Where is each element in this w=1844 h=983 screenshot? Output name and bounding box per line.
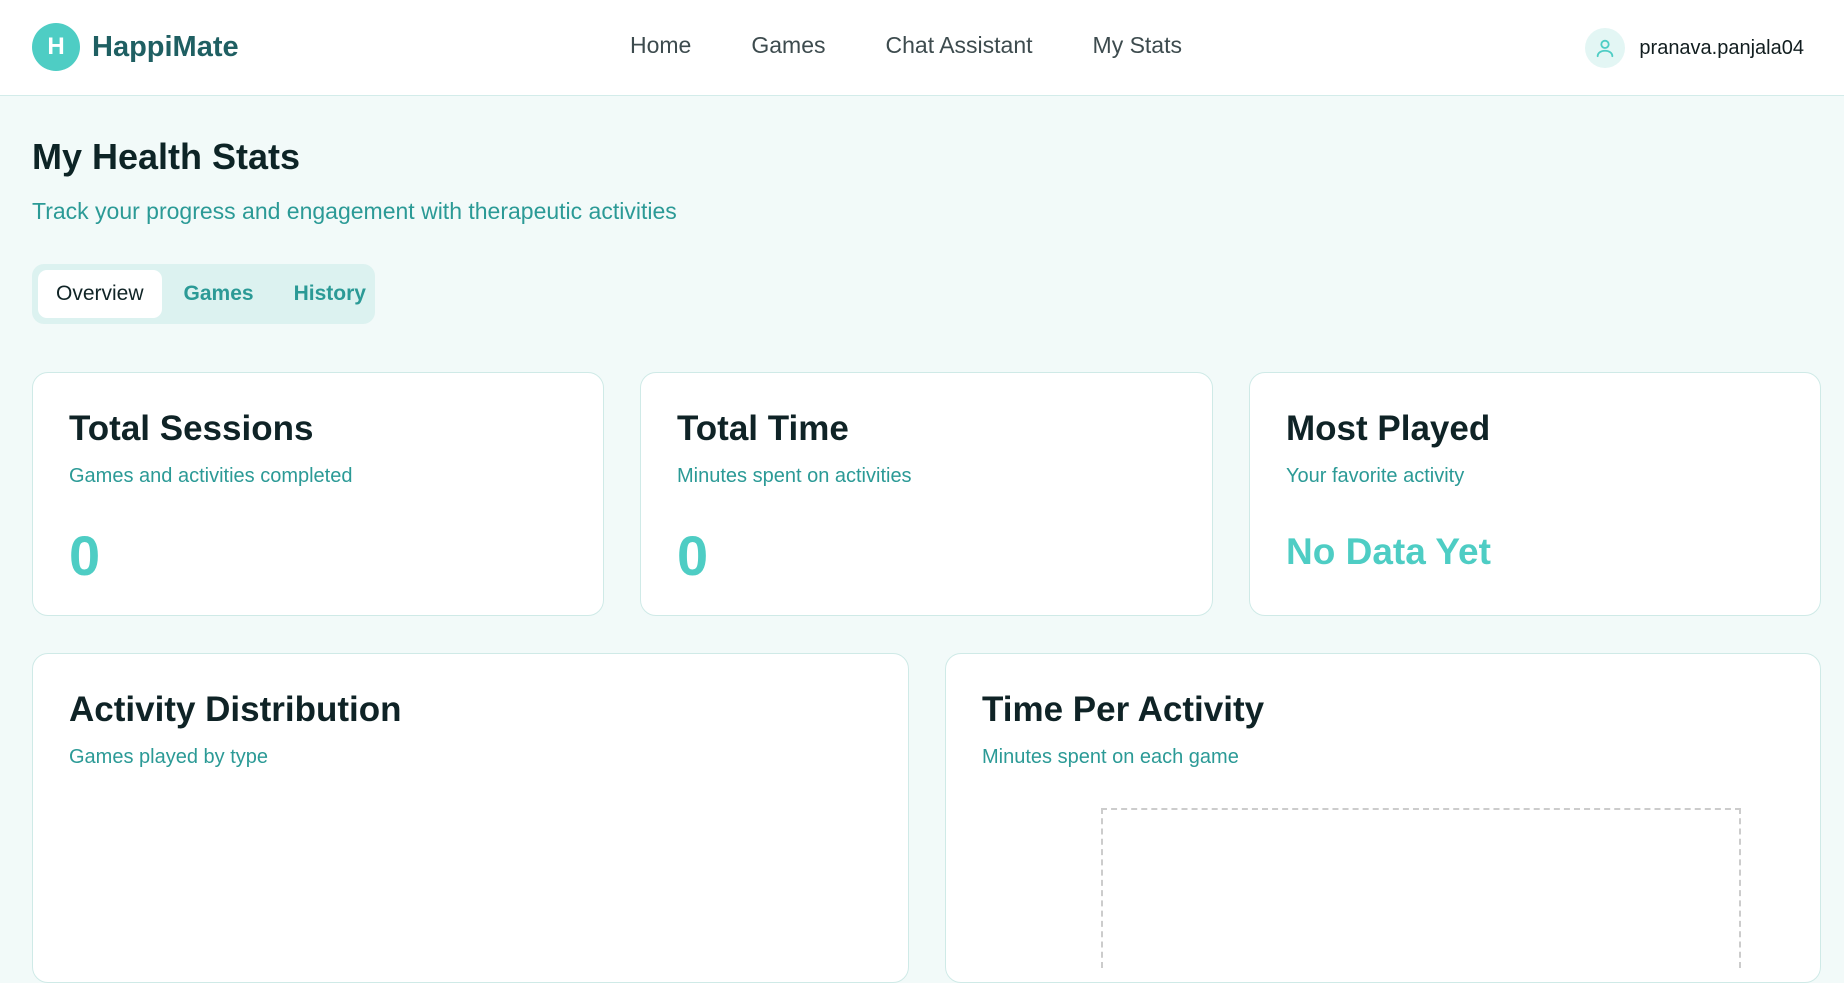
card-title: Activity Distribution [69,690,402,729]
card-subtitle: Games and activities completed [69,465,353,487]
stats-tabs: Overview Games History [32,264,375,324]
total-time-card: Total Time Minutes spent on activities 0 [640,372,1213,616]
total-time-value: 0 [677,524,709,587]
app-name: HappiMate [92,30,239,63]
card-subtitle: Minutes spent on activities [677,465,912,487]
most-played-value: No Data Yet [1286,531,1491,572]
tab-games[interactable]: Games [166,270,272,318]
nav-chat-assistant-link[interactable]: Chat Assistant [886,32,1033,59]
time-per-activity-card: Time Per Activity Minutes spent on each … [945,653,1821,983]
nav-my-stats-link[interactable]: My Stats [1093,32,1182,59]
main-nav: Home Games Chat Assistant My Stats [630,32,1182,59]
total-sessions-card: Total Sessions Games and activities comp… [32,372,604,616]
tab-overview[interactable]: Overview [38,270,162,318]
empty-chart-area [1101,808,1741,968]
activity-distribution-card: Activity Distribution Games played by ty… [32,653,909,983]
most-played-card: Most Played Your favorite activity No Da… [1249,372,1821,616]
user-name: pranava.panjala04 [1639,36,1804,59]
total-sessions-value: 0 [69,524,101,587]
top-navbar: H HappiMate Home Games Chat Assistant My… [0,0,1844,96]
app-logo[interactable]: H HappiMate [32,23,239,71]
card-subtitle: Your favorite activity [1286,465,1465,487]
nav-home-link[interactable]: Home [630,32,691,59]
page-title: My Health Stats [32,136,301,177]
card-subtitle: Games played by type [69,746,268,768]
page-subtitle: Track your progress and engagement with … [32,198,677,224]
card-title: Total Sessions [69,409,314,448]
card-title: Time Per Activity [982,690,1265,729]
logo-badge: H [32,23,80,71]
card-title: Total Time [677,409,849,448]
card-title: Most Played [1286,409,1491,448]
nav-games-link[interactable]: Games [751,32,825,59]
user-menu[interactable]: pranava.panjala04 [1585,28,1804,68]
card-subtitle: Minutes spent on each game [982,746,1239,768]
tab-history[interactable]: History [276,270,384,318]
user-icon [1585,28,1626,68]
